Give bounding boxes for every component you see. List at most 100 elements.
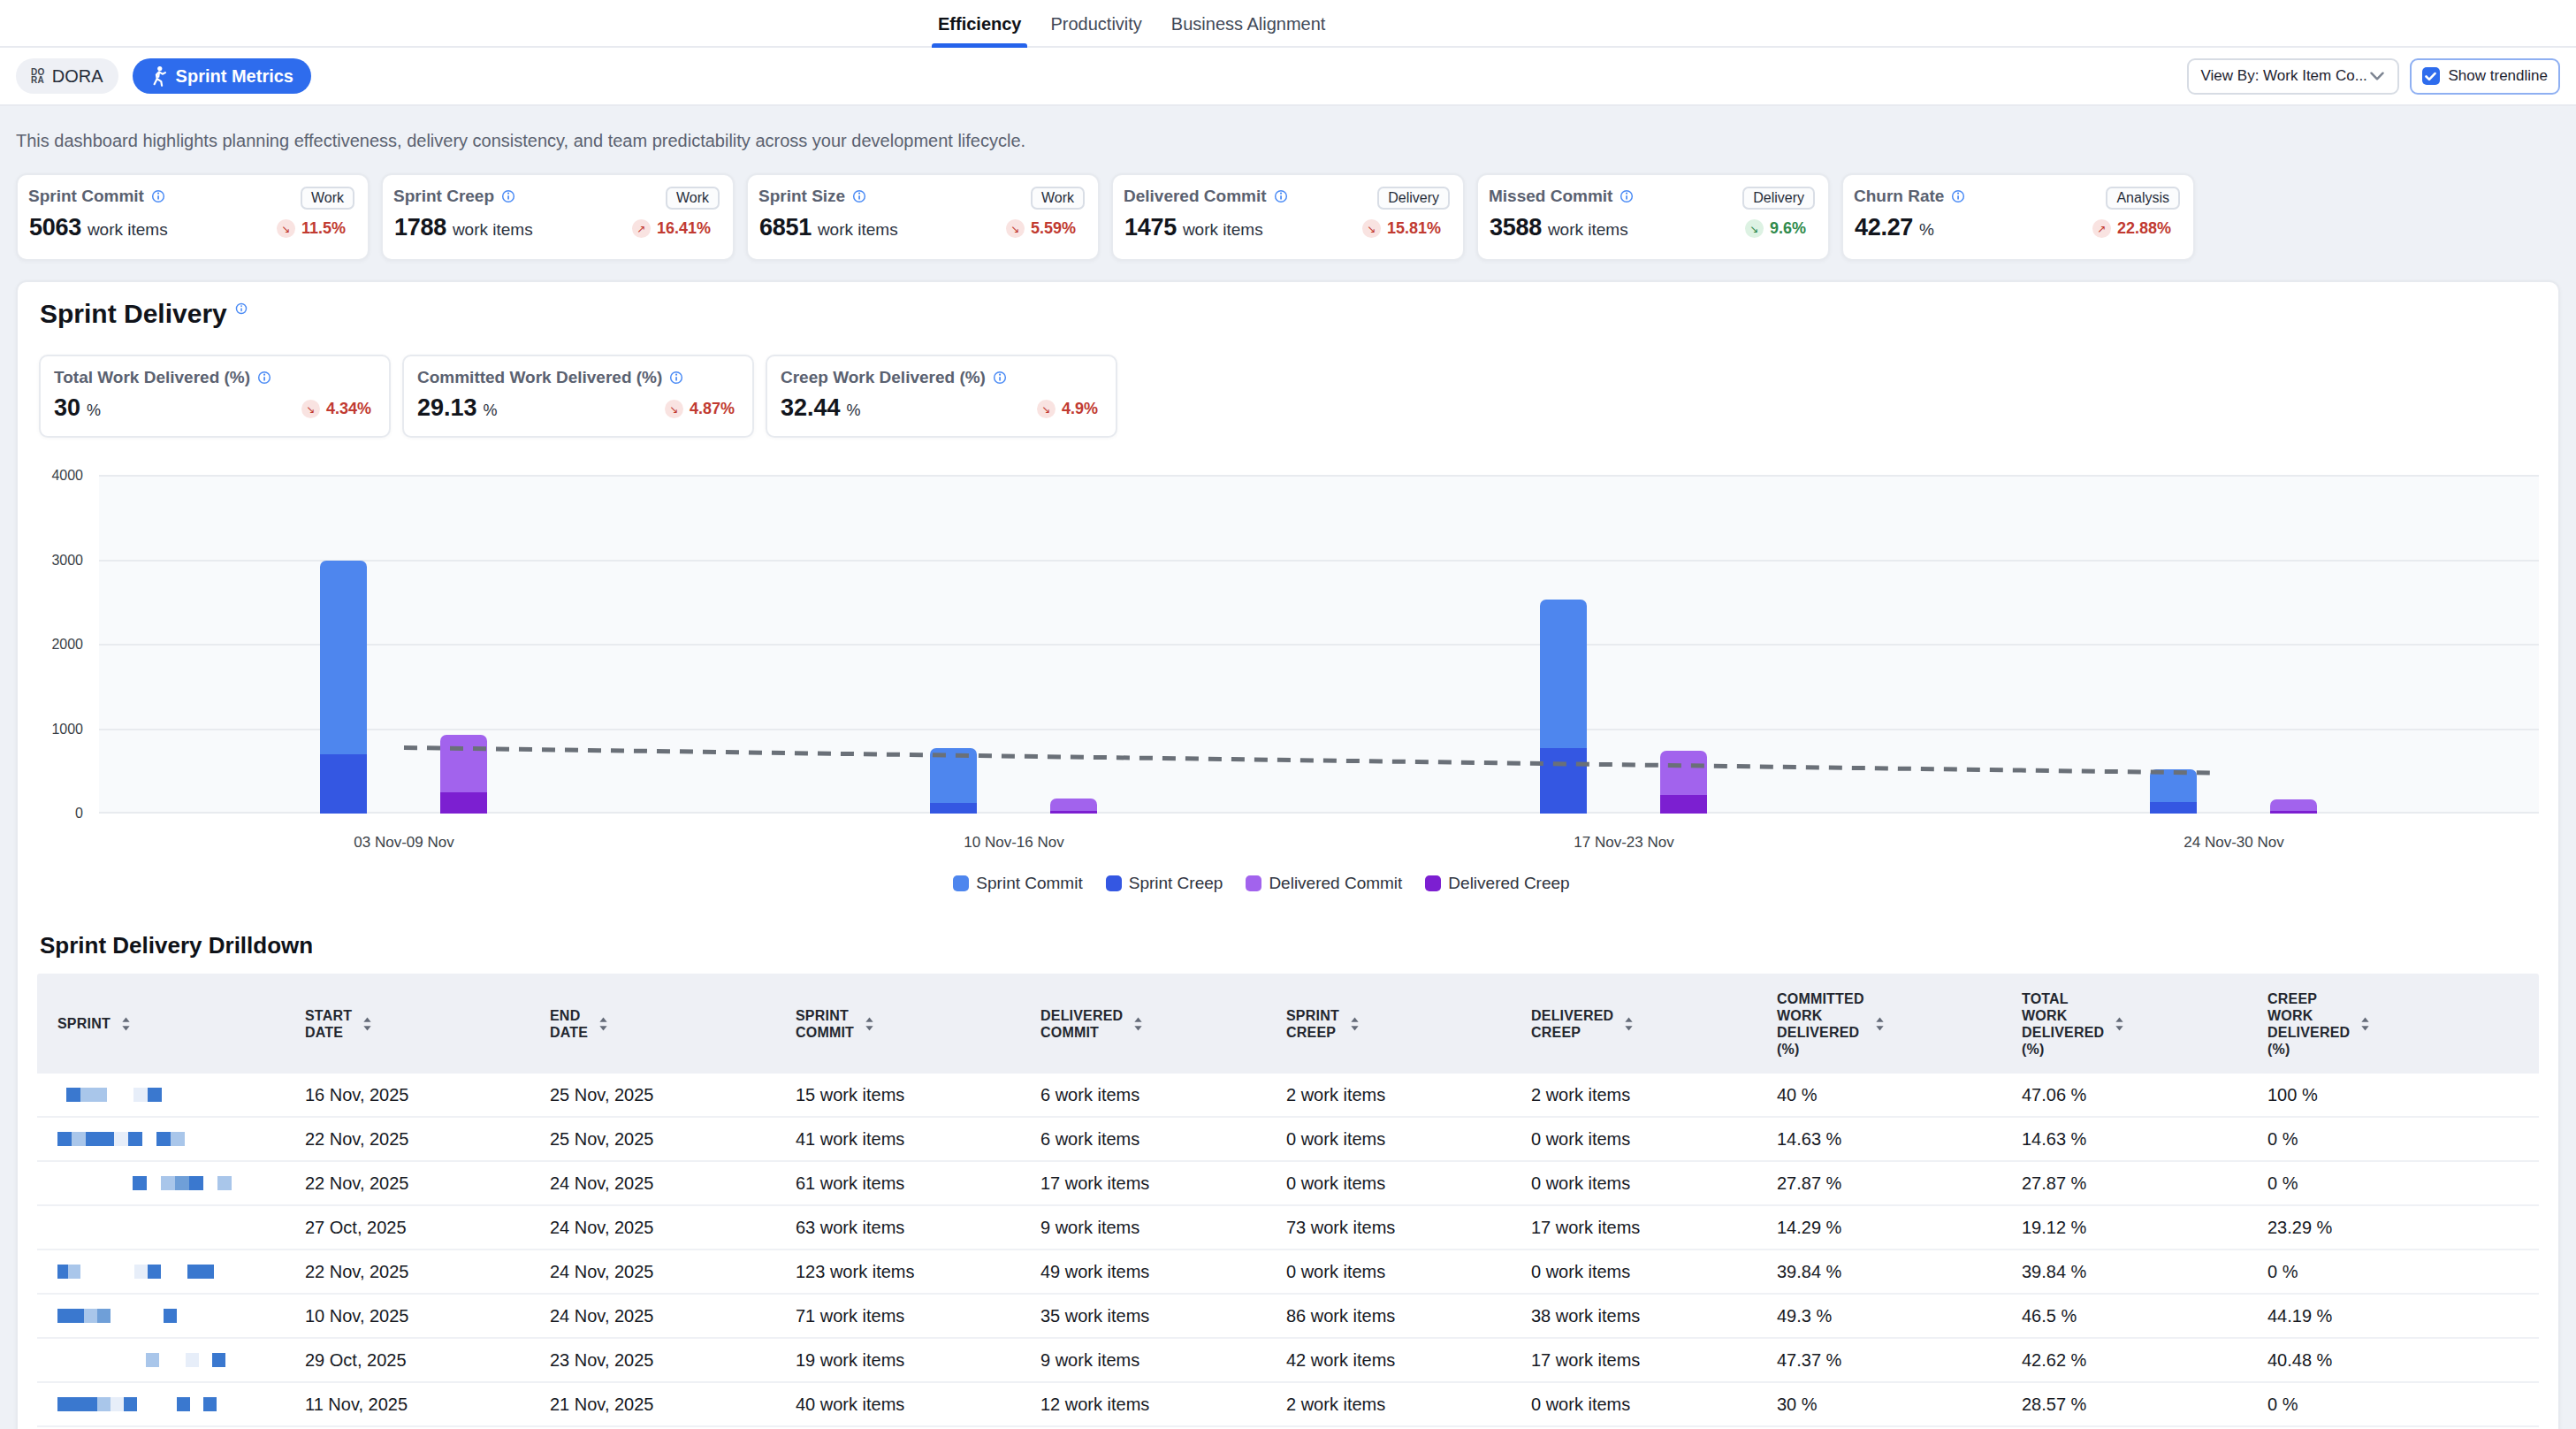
table-row[interactable]: 29 Oct, 202523 Nov, 202519 work items9 w…: [37, 1339, 2539, 1383]
table-cell: 11 Nov, 2025: [305, 1395, 550, 1415]
info-icon[interactable]: [852, 189, 866, 203]
table-cell: 49 work items: [1040, 1262, 1286, 1282]
table-cell: 9 work items: [1040, 1218, 1286, 1238]
table-cell: 23 Nov, 2025: [550, 1350, 796, 1371]
dora-toggle-button[interactable]: DORA DORA: [16, 58, 118, 94]
metric-card-value: 3588: [1490, 214, 1542, 241]
info-icon[interactable]: [501, 189, 515, 203]
column-header-sprint[interactable]: Sprint: [57, 1015, 305, 1032]
table-cell: 47.06 %: [2022, 1085, 2267, 1105]
info-icon[interactable]: [1620, 189, 1634, 203]
dora-logo-icon: DORA: [31, 68, 45, 84]
legend-item-delivered-creep[interactable]: Delivered Creep: [1425, 874, 1569, 893]
tab-business-alignment[interactable]: Business Alignment: [1171, 0, 1326, 48]
table-cell: 0 work items: [1286, 1262, 1531, 1282]
sprint-name-redacted: [57, 1176, 305, 1190]
dora-label: DORA: [52, 66, 103, 87]
dashboard-content: This dashboard highlights planning effec…: [0, 106, 2576, 1429]
show-trendline-toggle[interactable]: Show trendline: [2410, 58, 2560, 95]
table-row[interactable]: 22 Nov, 202524 Nov, 2025123 work items49…: [37, 1250, 2539, 1295]
table-row[interactable]: 27 Oct, 202524 Nov, 202563 work items9 w…: [37, 1206, 2539, 1250]
sort-icon[interactable]: [121, 1016, 131, 1032]
column-header-end-date[interactable]: End Date: [550, 1007, 796, 1041]
sprint-delivery-chart: 01000200030004000: [99, 476, 2539, 814]
table-cell: 0 work items: [1531, 1262, 1777, 1282]
tab-productivity[interactable]: Productivity: [1050, 0, 1141, 48]
table-cell: 24 Nov, 2025: [550, 1173, 796, 1194]
table-cell: 0 %: [2267, 1262, 2539, 1282]
table-cell: 86 work items: [1286, 1306, 1531, 1326]
info-icon[interactable]: [669, 371, 683, 385]
sort-icon[interactable]: [2360, 1016, 2370, 1032]
table-cell: 40.48 %: [2267, 1350, 2539, 1371]
subcard-value: 29.13: [417, 394, 477, 422]
info-icon[interactable]: [1951, 189, 1965, 203]
metric-card-sprint-size: Sprint SizeWork6851work items↘5.59%: [746, 173, 1100, 261]
table-cell: 27.87 %: [1777, 1173, 2022, 1194]
tab-efficiency[interactable]: Efficiency: [938, 0, 1021, 48]
sprint-name-redacted: [57, 1132, 305, 1146]
sort-icon[interactable]: [865, 1016, 874, 1032]
info-icon[interactable]: [235, 302, 248, 315]
sprint-name-redacted: [57, 1220, 305, 1234]
table-cell: 49.3 %: [1777, 1306, 2022, 1326]
trend-percent: 4.9%: [1062, 400, 1098, 418]
table-cell: 6 work items: [1040, 1129, 1286, 1150]
sort-icon[interactable]: [1875, 1016, 1885, 1032]
column-header-creep-work-delivered-[interactable]: Creep Work Delivered (%): [2267, 990, 2539, 1058]
info-icon[interactable]: [151, 189, 165, 203]
sort-icon[interactable]: [362, 1016, 372, 1032]
column-header-sprint-creep[interactable]: Sprint Creep: [1286, 1007, 1531, 1041]
table-cell: 17 work items: [1531, 1218, 1777, 1238]
column-header-delivered-creep[interactable]: Delivered Creep: [1531, 1007, 1777, 1041]
sort-icon[interactable]: [2115, 1016, 2124, 1032]
legend-item-sprint-commit[interactable]: Sprint Commit: [953, 874, 1082, 893]
y-axis-tick-label: 2000: [51, 637, 83, 653]
info-icon[interactable]: [993, 371, 1007, 385]
x-axis-label: 03 Nov-09 Nov: [354, 834, 453, 852]
column-header-committed-work-delivered-[interactable]: Committed Work Delivered (%): [1777, 990, 2022, 1058]
sprint-delivery-panel: Sprint Delivery Total Work Delivered (%)…: [16, 280, 2560, 1429]
table-cell: 19 work items: [796, 1350, 1040, 1371]
show-trendline-checkbox[interactable]: [2422, 67, 2440, 85]
table-cell: 2 work items: [1286, 1395, 1531, 1415]
sort-icon[interactable]: [1133, 1016, 1143, 1032]
legend-swatch: [1106, 875, 1122, 891]
sprint-delivery-subcards: Total Work Delivered (%)30%↘4.34%Committ…: [39, 355, 1117, 438]
sprint-metrics-toggle-button[interactable]: Sprint Metrics: [133, 58, 311, 94]
column-header-total-work-delivered-[interactable]: Total Work Delivered (%): [2022, 990, 2267, 1058]
legend-item-sprint-creep[interactable]: Sprint Creep: [1106, 874, 1223, 893]
sort-icon[interactable]: [1350, 1016, 1360, 1032]
metric-card-title: Delivered Commit: [1124, 187, 1288, 206]
table-cell: 2 work items: [1531, 1085, 1777, 1105]
y-axis-tick-label: 4000: [51, 468, 83, 484]
table-cell: 24 Nov, 2025: [550, 1306, 796, 1326]
sprint-metrics-label: Sprint Metrics: [176, 66, 293, 87]
trend-percent: 15.81%: [1387, 219, 1441, 238]
view-by-dropdown[interactable]: View By: Work Item Co...: [2187, 58, 2399, 95]
table-cell: 12 work items: [1040, 1395, 1286, 1415]
sort-icon[interactable]: [598, 1016, 608, 1032]
table-header: SprintStart DateEnd DateSprint CommitDel…: [37, 974, 2539, 1074]
subcard-trend: ↘4.87%: [665, 400, 735, 418]
info-icon[interactable]: [1274, 189, 1288, 203]
column-header-delivered-commit[interactable]: Delivered Commit: [1040, 1007, 1286, 1041]
table-row[interactable]: 11 Nov, 202521 Nov, 202540 work items12 …: [37, 1383, 2539, 1427]
sprint-name-redacted: [57, 1265, 305, 1279]
subcard-value: 30: [54, 394, 80, 422]
metric-card-trend: ↘5.59%: [1006, 219, 1076, 238]
metric-card-sprint-creep: Sprint CreepWork1788work items↗16.41%: [381, 173, 735, 261]
sort-icon[interactable]: [1624, 1016, 1634, 1032]
table-row[interactable]: 22 Nov, 202524 Nov, 202561 work items17 …: [37, 1162, 2539, 1206]
trend-percent: 9.6%: [1770, 219, 1806, 238]
table-row[interactable]: 16 Nov, 202525 Nov, 202515 work items6 w…: [37, 1074, 2539, 1118]
column-header-sprint-commit[interactable]: Sprint Commit: [796, 1007, 1040, 1041]
sprint-name-redacted: [57, 1309, 305, 1323]
table-row[interactable]: 22 Nov, 202525 Nov, 202541 work items6 w…: [37, 1118, 2539, 1162]
legend-item-delivered-commit[interactable]: Delivered Commit: [1246, 874, 1402, 893]
table-cell: 47.37 %: [1777, 1350, 2022, 1371]
info-icon[interactable]: [257, 371, 271, 385]
column-header-start-date[interactable]: Start Date: [305, 1007, 550, 1041]
table-row[interactable]: 10 Nov, 202524 Nov, 202571 work items35 …: [37, 1295, 2539, 1339]
y-axis-tick-label: 3000: [51, 553, 83, 569]
